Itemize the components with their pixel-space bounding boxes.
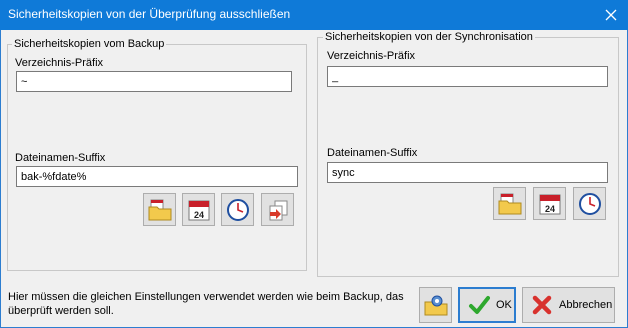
svg-text:24: 24 [544,204,554,214]
ok-label: OK [496,299,512,311]
backup-suffix-input[interactable] [16,166,298,187]
folder-calendar-icon [148,199,171,220]
sync-prefix-input[interactable] [327,66,608,87]
sync-insert-date-button[interactable]: 24 [533,187,566,220]
cancel-x-icon [532,295,552,315]
sync-prefix-label: Verzeichnis-Präfix [327,50,416,62]
close-icon [605,9,617,21]
clock-icon [226,198,249,221]
backup-group-legend: Sicherheitskopien vom Backup [12,38,167,50]
insert-date-button[interactable]: 24 [182,193,215,226]
folder-gear-icon [424,295,447,316]
copy-settings-button[interactable] [261,193,294,226]
sync-suffix-input[interactable] [327,162,608,183]
calendar-icon: 24 [539,194,560,214]
title-bar: Sicherheitskopien von der Überprüfung au… [0,0,628,30]
settings-button[interactable] [419,287,452,323]
cancel-button[interactable]: Abbrechen [522,287,615,323]
sync-insert-date-folder-button[interactable] [493,187,526,220]
backup-prefix-label: Verzeichnis-Präfix [15,57,104,69]
calendar-icon: 24 [188,200,209,220]
folder-calendar-icon [498,193,521,214]
insert-date-folder-button[interactable] [143,193,176,226]
ok-button[interactable]: OK [458,287,516,323]
sync-insert-time-button[interactable] [573,187,606,220]
sync-suffix-label: Dateinamen-Suffix [327,147,418,159]
check-icon [469,296,490,314]
clock-icon [578,192,601,215]
backup-prefix-input[interactable] [16,71,292,92]
status-text: Hier müssen die gleichen Einstellungen v… [8,291,404,317]
svg-text:24: 24 [193,210,203,220]
copy-files-icon [269,200,287,220]
insert-time-button[interactable] [221,193,254,226]
close-button[interactable] [594,0,628,30]
cancel-label: Abbrechen [559,299,613,311]
backup-suffix-label: Dateinamen-Suffix [15,152,106,164]
backup-group: Sicherheitskopien vom Backup Verzeichnis… [7,38,307,271]
sync-group: Sicherheitskopien von der Synchronisatio… [317,31,619,277]
window-title: Sicherheitskopien von der Überprüfung au… [8,7,291,21]
sync-group-legend: Sicherheitskopien von der Synchronisatio… [323,31,535,43]
